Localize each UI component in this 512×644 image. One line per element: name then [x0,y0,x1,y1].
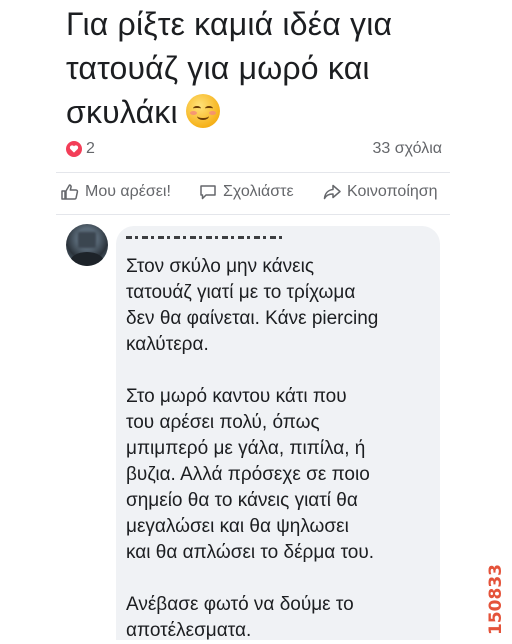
heart-icon [66,141,82,157]
comment-line: Στο μωρό καντου κάτι που [126,386,347,407]
like-button[interactable]: Μου αρέσει! [60,182,171,202]
comment-line: Ανέβασε φωτό να δούμε το [126,594,354,615]
comment-line: του αρέσει πολύ, όπως [126,412,320,433]
smiling-face-with-blush-icon [185,94,220,128]
divider [56,172,450,173]
share-button[interactable]: Κοινοποίηση [322,182,438,202]
share-arrow-icon [323,184,341,200]
comment-text: Στον σκύλο μην κάνεις τατουάζ γιατί με τ… [126,254,438,644]
comment-line: δεν θα φαίνεται. Κάνε piercing [126,308,379,329]
post-text: Για ρίξτε καμιά ιδέα για τατουάζ για μωρ… [66,2,496,134]
comment-line: και θα απλώσει το δέρμα του. [126,542,375,563]
comment-line: αποτέλεσματα. [126,620,252,641]
comment-line: καλύτερα. [126,334,209,355]
post-text-line: τατουάζ για μωρό και [66,50,370,86]
reaction-count[interactable]: 2 [66,140,95,158]
post-text-line: σκυλάκι [66,90,496,134]
watermark-id: 150833 [486,564,506,636]
comment-line: μεγαλώσει και θα ψηλωσει [126,516,349,537]
share-label: Κοινοποίηση [347,183,438,200]
avatar[interactable] [66,224,108,266]
comment-button[interactable]: Σχολιάστε [198,182,294,202]
divider [56,214,450,215]
comment-label: Σχολιάστε [223,183,294,200]
speech-bubble-icon [200,185,216,200]
post-stats: 2 33 σχόλια [66,140,442,160]
comment-line: Στον σκύλο μην κάνεις [126,256,314,277]
comment-line: τατουάζ γιατί με το τρίχωμα [126,282,356,303]
comment-line: μπιμπερό με γάλα, πιπίλα, ή [126,438,366,459]
thumbs-up-icon [61,184,79,200]
comment-author-redacted [126,232,286,242]
like-label: Μου αρέσει! [85,183,171,200]
post-actions: Μου αρέσει! Σχολιάστε Κοινοποίηση [60,182,452,208]
reaction-count-value: 2 [86,140,95,157]
comment-line: σημείο θα το κάνεις γιατί θα [126,490,358,511]
post-text-line: Για ρίξτε καμιά ιδέα για [66,6,393,42]
comment-line: βυζια. Αλλά πρόσεχε σε ποιο [126,464,370,485]
comment-count[interactable]: 33 σχόλια [373,140,442,158]
